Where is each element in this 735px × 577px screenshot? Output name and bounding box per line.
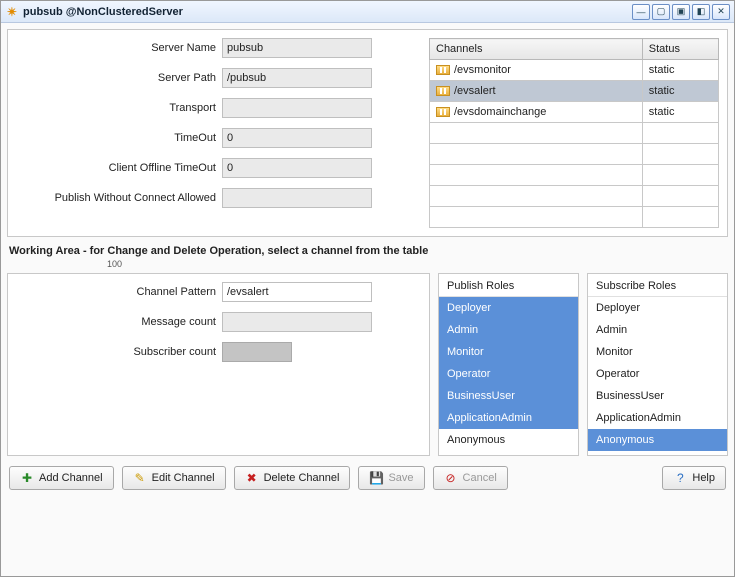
channel-name: /evsalert xyxy=(454,85,496,97)
cancel-icon: ⊘ xyxy=(444,471,458,485)
role-item[interactable]: Monitor xyxy=(588,341,727,363)
help-button[interactable]: ? Help xyxy=(662,466,726,490)
role-item[interactable]: Operator xyxy=(588,363,727,385)
help-icon: ? xyxy=(673,471,687,485)
role-item[interactable]: Monitor xyxy=(439,341,578,363)
maximize-button[interactable]: ▣ xyxy=(672,4,690,20)
table-row xyxy=(430,144,719,165)
transport-field[interactable] xyxy=(222,98,372,118)
minimize-button[interactable]: — xyxy=(632,4,650,20)
role-item[interactable]: Deployer xyxy=(588,297,727,319)
role-item[interactable]: BusinessUser xyxy=(439,385,578,407)
table-row[interactable]: /evsmonitor static xyxy=(430,60,719,81)
col-status[interactable]: Status xyxy=(642,39,718,60)
toolbar: ✚ Add Channel ✎ Edit Channel ✖ Delete Ch… xyxy=(7,460,728,492)
col-channels[interactable]: Channels xyxy=(430,39,643,60)
channel-status: static xyxy=(642,60,718,81)
server-name-field[interactable]: pubsub xyxy=(222,38,372,58)
role-item[interactable]: Deployer xyxy=(439,297,578,319)
table-row[interactable]: /evsdomainchange static xyxy=(430,102,719,123)
edit-channel-button[interactable]: ✎ Edit Channel xyxy=(122,466,226,490)
delete-channel-button[interactable]: ✖ Delete Channel xyxy=(234,466,351,490)
window-title: pubsub @NonClusteredServer xyxy=(23,6,183,18)
pubsub-window: ✴ pubsub @NonClusteredServer — ▢ ▣ ◧ ✕ S… xyxy=(0,0,735,577)
working-form: Channel Pattern /evsalert Message count … xyxy=(7,273,430,456)
role-item[interactable]: Admin xyxy=(439,319,578,341)
table-row xyxy=(430,186,719,207)
add-icon: ✚ xyxy=(20,471,34,485)
server-path-label: Server Path xyxy=(16,72,216,84)
role-item[interactable]: ApplicationAdmin xyxy=(588,407,727,429)
publish-roles-title: Publish Roles xyxy=(439,280,578,296)
channel-status: static xyxy=(642,81,718,102)
channel-pattern-label: Channel Pattern xyxy=(16,286,216,298)
table-row xyxy=(430,165,719,186)
channel-icon xyxy=(436,86,450,96)
save-button[interactable]: 💾 Save xyxy=(358,466,424,490)
role-item[interactable]: ApplicationAdmin xyxy=(439,407,578,429)
channel-status: static xyxy=(642,102,718,123)
pwca-label: Publish Without Connect Allowed xyxy=(16,192,216,204)
channel-icon xyxy=(436,107,450,117)
timeout-field[interactable]: 0 xyxy=(222,128,372,148)
restore-button[interactable]: ▢ xyxy=(652,4,670,20)
subscriber-count-label: Subscriber count xyxy=(16,346,216,358)
detach-button[interactable]: ◧ xyxy=(692,4,710,20)
role-item[interactable]: Admin xyxy=(588,319,727,341)
delete-icon: ✖ xyxy=(245,471,259,485)
role-item[interactable]: Anonymous xyxy=(439,429,578,451)
role-item[interactable]: Anonymous xyxy=(588,429,727,451)
message-count-label: Message count xyxy=(16,316,216,328)
cancel-button[interactable]: ⊘ Cancel xyxy=(433,466,508,490)
channel-pattern-field[interactable]: /evsalert xyxy=(222,282,372,302)
role-item[interactable]: BusinessUser xyxy=(588,385,727,407)
server-path-field[interactable]: /pubsub xyxy=(222,68,372,88)
timeout-label: TimeOut xyxy=(16,132,216,144)
titlebar: ✴ pubsub @NonClusteredServer — ▢ ▣ ◧ ✕ xyxy=(1,1,734,23)
subscribe-roles-title: Subscribe Roles xyxy=(588,280,727,296)
channel-name: /evsmonitor xyxy=(454,64,511,76)
save-icon: 💾 xyxy=(369,471,383,485)
channel-icon xyxy=(436,65,450,75)
transport-label: Transport xyxy=(16,102,216,114)
server-form: Server Name pubsub Server Path /pubsub T… xyxy=(16,38,421,228)
working-area-heading: Working Area - for Change and Delete Ope… xyxy=(7,241,728,257)
message-count-field xyxy=(222,312,372,332)
server-name-label: Server Name xyxy=(16,42,216,54)
subscriber-count-field xyxy=(222,342,292,362)
pwca-field[interactable] xyxy=(222,188,372,208)
channels-table[interactable]: Channels Status /evsmonitor static/evsale… xyxy=(429,38,719,228)
pubsub-icon: ✴ xyxy=(5,5,19,19)
close-button[interactable]: ✕ xyxy=(712,4,730,20)
edit-icon: ✎ xyxy=(133,471,147,485)
role-item[interactable]: Operator xyxy=(439,363,578,385)
working-area-sub: 100 xyxy=(107,259,728,269)
client-offline-label: Client Offline TimeOut xyxy=(16,162,216,174)
channel-name: /evsdomainchange xyxy=(454,106,546,118)
add-channel-button[interactable]: ✚ Add Channel xyxy=(9,466,114,490)
client-offline-field[interactable]: 0 xyxy=(222,158,372,178)
table-row xyxy=(430,207,719,228)
table-row[interactable]: /evsalert static xyxy=(430,81,719,102)
subscribe-roles-box: Subscribe Roles DeployerAdminMonitorOper… xyxy=(587,273,728,456)
table-row xyxy=(430,123,719,144)
publish-roles-box: Publish Roles DeployerAdminMonitorOperat… xyxy=(438,273,579,456)
